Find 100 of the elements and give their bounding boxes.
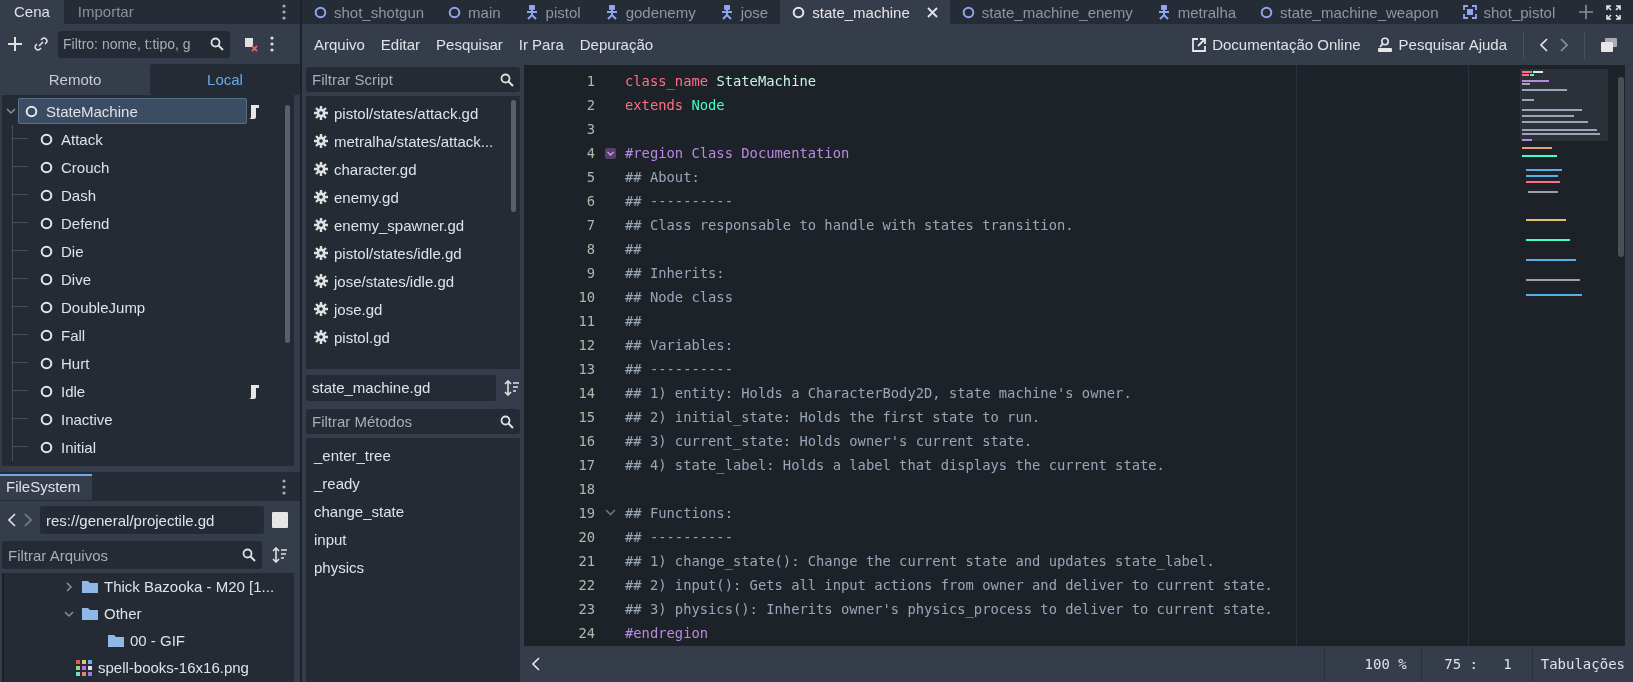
editor-tab[interactable]: jose [707, 0, 781, 24]
tree-item[interactable]: StateMachine [18, 98, 247, 124]
script-item[interactable]: enemy_spawner.gd [334, 216, 465, 234]
file-name[interactable]: 00 - GIF [130, 632, 185, 649]
cursor-position: 75 : 1 [1420, 646, 1532, 682]
editor-tab[interactable]: shot_shotgun [302, 0, 437, 24]
fold-icon[interactable] [604, 147, 616, 159]
back-icon[interactable] [8, 513, 16, 527]
method-item[interactable]: change_state [306, 498, 520, 526]
menu-item[interactable]: Arquivo [314, 36, 365, 53]
method-item[interactable]: _enter_tree [306, 442, 520, 470]
tree-item[interactable]: Crouch [34, 155, 116, 179]
editor-tab[interactable]: state_machine_weapon [1248, 0, 1451, 24]
script-remove-icon[interactable] [242, 36, 258, 52]
tree-item[interactable]: Die [34, 239, 90, 263]
gear-icon [314, 162, 328, 176]
sort-icon[interactable] [504, 380, 520, 396]
script-item[interactable]: pistol/states/idle.gd [334, 244, 462, 262]
filter-field[interactable]: Filtrar Script [306, 67, 520, 92]
line-number: 23 [577, 601, 595, 617]
file-name[interactable]: spell-books-16x16.png [98, 659, 249, 676]
layout-toggle-icon[interactable] [272, 512, 288, 528]
indentation-mode[interactable]: Tabulações [1531, 646, 1633, 682]
script-item[interactable]: pistol/states/attack.gd [334, 104, 479, 122]
script-item[interactable]: enemy.gd [334, 188, 399, 206]
script-item[interactable]: pistol.gd [334, 328, 390, 346]
menu-item[interactable]: Editar [380, 36, 421, 53]
forward-icon[interactable] [1560, 37, 1568, 52]
scrollbar[interactable] [1618, 77, 1624, 257]
method-item[interactable]: _ready [306, 470, 520, 498]
tree-item[interactable]: Defend [34, 211, 116, 235]
editor-tab[interactable]: main [436, 0, 513, 24]
script-icon[interactable] [248, 383, 260, 399]
file-name[interactable]: Other [104, 605, 142, 622]
menu-icon[interactable] [270, 36, 274, 52]
code-line: ## [625, 241, 642, 257]
method-item[interactable]: input [306, 526, 520, 554]
tree-item[interactable]: Dive [34, 267, 97, 291]
dock-tab[interactable]: Importar [63, 0, 148, 24]
caret-icon[interactable] [64, 581, 74, 592]
node-icon [40, 328, 53, 342]
menu-item[interactable]: Ir Para [518, 36, 564, 53]
search-icon [500, 414, 514, 429]
filter-field[interactable]: Filtrar Arquivos [2, 541, 262, 569]
back-icon[interactable] [1540, 37, 1548, 52]
code-line: extends Node [625, 97, 725, 113]
link-icon[interactable] [34, 37, 48, 51]
node-icon [40, 160, 53, 174]
fullscreen-icon[interactable] [1606, 4, 1621, 20]
editor-tab[interactable]: pistol [512, 0, 593, 24]
editor-tab[interactable]: state_machine_enemy [949, 0, 1145, 24]
node-icon [40, 384, 53, 398]
tree-item[interactable]: Inactive [34, 407, 119, 431]
editor-tab[interactable]: state_machine [780, 0, 950, 24]
menu-icon[interactable] [282, 478, 286, 495]
help-button[interactable]: Pesquisar Ajuda [1376, 36, 1507, 53]
fold-icon[interactable] [604, 509, 616, 517]
line-number: 20 [577, 529, 595, 545]
panel-toggle-icon[interactable] [532, 657, 540, 671]
scrollbar[interactable] [285, 105, 290, 343]
dock-tab[interactable]: Cena [0, 0, 64, 24]
forward-icon[interactable] [24, 513, 32, 527]
path-field[interactable]: res://general/projectile.gd [40, 506, 264, 534]
tree-item[interactable]: Fall [34, 323, 92, 347]
tree-item[interactable]: Dash [34, 183, 103, 207]
filter-field[interactable]: Filtrar Métodos [306, 409, 520, 434]
editor-tab[interactable]: shot_pistol [1450, 0, 1568, 24]
mode-tab[interactable]: Local [150, 64, 300, 95]
script-item[interactable]: jose.gd [334, 300, 383, 318]
script-item[interactable]: metralha/states/attack... [334, 132, 494, 150]
add-tab-icon[interactable] [1579, 5, 1594, 19]
tree-item[interactable]: DoubleJump [34, 295, 152, 319]
close-icon[interactable] [926, 6, 938, 18]
script-item[interactable]: character.gd [334, 160, 417, 178]
node-icon [40, 188, 53, 202]
file-name[interactable]: Thick Bazooka - M20 [1... [104, 578, 275, 595]
tree-item[interactable]: Hurt [34, 351, 96, 375]
tree-item[interactable]: Attack [34, 127, 109, 151]
windows-icon[interactable] [1601, 37, 1617, 52]
mode-tab[interactable]: Remoto [0, 64, 150, 95]
caret-icon[interactable] [64, 608, 74, 619]
code-line: ## ---------- [625, 193, 733, 209]
zoom-level[interactable]: 100 % [1323, 646, 1421, 682]
menu-item[interactable]: Pesquisar [436, 36, 503, 53]
filter-field[interactable]: Filtro: nome, t:tipo, g [58, 30, 230, 58]
tree-item[interactable]: Idle [34, 379, 92, 403]
editor-tab[interactable]: godenemy [592, 0, 708, 24]
scrollbar[interactable] [511, 100, 516, 212]
caret-icon[interactable] [6, 107, 16, 115]
menu-icon[interactable] [282, 4, 286, 20]
help-button[interactable]: Documentação Online [1192, 36, 1361, 53]
sort-icon[interactable] [272, 547, 288, 563]
script-item[interactable]: jose/states/idle.gd [334, 272, 455, 290]
editor-tab[interactable]: metralha [1144, 0, 1249, 24]
method-item[interactable]: physics [306, 554, 520, 582]
dock-tab[interactable]: FileSystem [0, 473, 93, 500]
menu-item[interactable]: Depuração [579, 36, 654, 53]
add-icon[interactable] [8, 37, 22, 51]
script-icon[interactable] [248, 103, 260, 119]
tree-item[interactable]: Initial [34, 435, 103, 459]
